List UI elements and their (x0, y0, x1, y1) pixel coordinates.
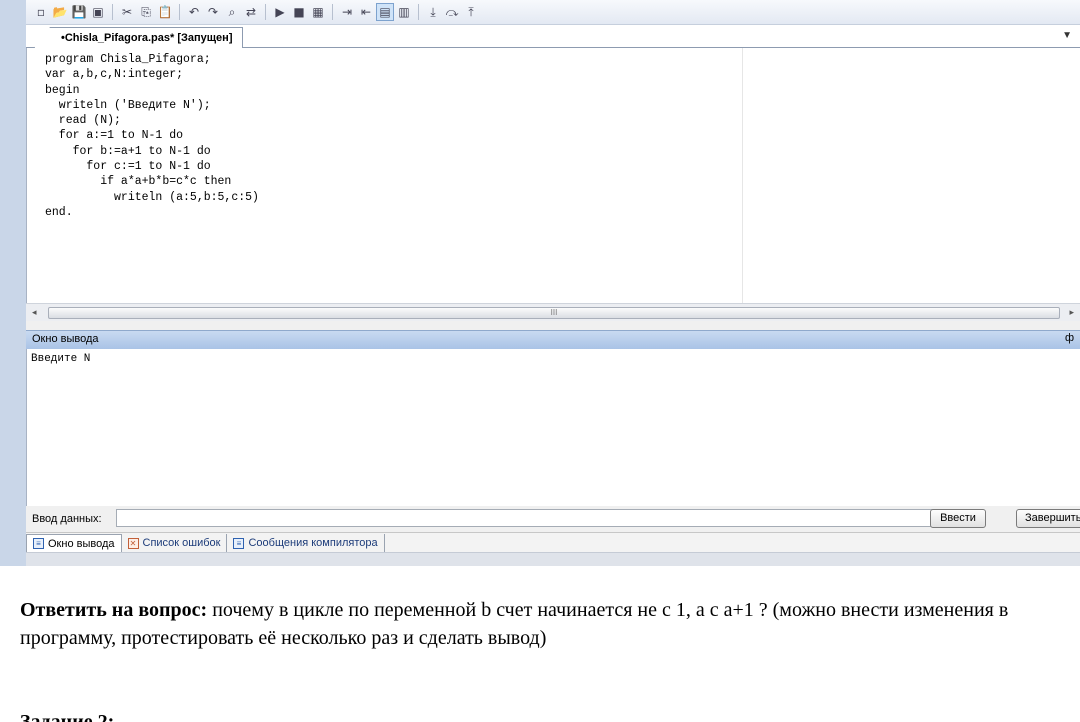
code-line: for b:=a+1 to N-1 do (45, 144, 211, 158)
editor-tab-bar: •Chisla_Pifagora.pas* [Запущен] ▼ (26, 25, 1080, 48)
code-line: writeln (a:5,b:5,c:5) (45, 190, 259, 204)
input-label: Ввод данных: (32, 513, 102, 525)
toolbar-separator (418, 4, 419, 20)
code-line: writeln ('Введите N'); (45, 98, 211, 112)
unindent-icon[interactable]: ⇤ (357, 3, 375, 21)
scroll-left-icon[interactable]: ◂ (32, 307, 37, 318)
cut-icon[interactable]: ✂ (118, 3, 136, 21)
run-icon[interactable]: ▶ (271, 3, 289, 21)
find-icon[interactable]: ⌕ (223, 3, 241, 21)
scroll-right-icon[interactable]: ▸ (1069, 307, 1074, 318)
code-line: for c:=1 to N-1 do (45, 160, 211, 174)
toolbar-separator (112, 4, 113, 20)
stop-icon[interactable]: ■ (290, 3, 308, 21)
input-row: Ввод данных: Ввести Завершить (26, 506, 1080, 532)
tab-error-list[interactable]: ✕ Список ошибок (122, 534, 228, 552)
right-margin-line (742, 48, 743, 303)
step-out-icon[interactable]: ⤒ (462, 3, 480, 21)
tab-output-window[interactable]: ≡ Окно вывода (26, 533, 122, 553)
pin-icon[interactable]: ф (1065, 332, 1074, 344)
tab-label: Окно вывода (48, 537, 115, 550)
tab-compiler-messages[interactable]: ≡ Сообщения компилятора (227, 534, 385, 552)
left-panel-edge (0, 0, 26, 566)
horizontal-scrollbar[interactable]: ◂ III ▸ (26, 303, 1080, 321)
compiler-messages-icon: ≡ (233, 537, 245, 549)
save-icon[interactable]: 💾 (70, 3, 88, 21)
toolbar-separator (332, 4, 333, 20)
code-text: program Chisla_Pifagora;var a,b,c,N:inte… (45, 52, 259, 220)
code-line: read (N); (45, 114, 121, 128)
step-into-icon[interactable]: ⤓ (424, 3, 442, 21)
step-over-icon[interactable]: ⤼ (443, 3, 461, 21)
code-line: end. (45, 205, 73, 219)
output-text: Введите N (31, 353, 91, 365)
tab-label: Сообщения компилятора (248, 537, 378, 549)
finish-button[interactable]: Завершить (1016, 509, 1080, 528)
code-editor[interactable]: program Chisla_Pifagora;var a,b,c,N:inte… (26, 48, 1080, 303)
compile-icon[interactable]: ▦ (309, 3, 327, 21)
status-bar (26, 552, 1080, 566)
copy-icon[interactable]: ⎘ (137, 3, 155, 21)
code-line: program Chisla_Pifagora; (45, 53, 211, 66)
tab-label: Список ошибок (142, 537, 221, 549)
output-window-icon: ≡ (33, 538, 44, 549)
tab-chisla-pifagora[interactable]: •Chisla_Pifagora.pas* [Запущен] (34, 27, 244, 48)
question-label: Ответить на вопрос: (20, 599, 208, 621)
toolbar-separator (265, 4, 266, 20)
save-all-icon[interactable]: ▣ (89, 3, 107, 21)
output-panel-title: Окно вывода (32, 333, 99, 345)
debug-window-icon[interactable]: ▤ (376, 3, 394, 21)
output-panel: Введите N (26, 349, 1080, 506)
next-task-heading: Задание 2: (20, 711, 115, 722)
toolbar-separator (179, 4, 180, 20)
code-line: var a,b,c,N:integer; (45, 68, 184, 82)
open-icon[interactable]: 📂 (51, 3, 69, 21)
code-line: if a*a+b*b=c*c then (45, 175, 232, 189)
scroll-thumb[interactable]: III (48, 307, 1060, 319)
output-window-icon[interactable]: ▥ (395, 3, 413, 21)
paste-icon[interactable]: 📋 (156, 3, 174, 21)
code-line: for a:=1 to N-1 do (45, 129, 184, 143)
undo-icon[interactable]: ↶ (185, 3, 203, 21)
error-list-icon: ✕ (127, 537, 139, 549)
new-file-icon[interactable]: ▫ (32, 3, 50, 21)
indent-icon[interactable]: ⇥ (338, 3, 356, 21)
input-field[interactable] (116, 509, 942, 527)
redo-icon[interactable]: ↷ (204, 3, 222, 21)
enter-button[interactable]: Ввести (930, 509, 986, 528)
output-panel-header: Окно вывода ф (26, 330, 1080, 350)
code-line: begin (45, 83, 80, 97)
ide-window: ▫ 📂 💾 ▣ ✂ ⎘ 📋 ↶ ↷ ⌕ ⇄ ▶ ■ ▦ ⇥ ⇤ ▤ ▥ ⤓ ⤼ … (0, 0, 1080, 566)
chevron-down-icon[interactable]: ▼ (1062, 30, 1072, 41)
bottom-tab-bar: ≡ Окно вывода ✕ Список ошибок ≡ Сообщени… (26, 532, 1080, 553)
replace-icon[interactable]: ⇄ (242, 3, 260, 21)
toolbar: ▫ 📂 💾 ▣ ✂ ⎘ 📋 ↶ ↷ ⌕ ⇄ ▶ ■ ▦ ⇥ ⇤ ▤ ▥ ⤓ ⤼ … (26, 0, 1080, 25)
question-paragraph: Ответить на вопрос: почему в цикле по пе… (20, 596, 1070, 652)
